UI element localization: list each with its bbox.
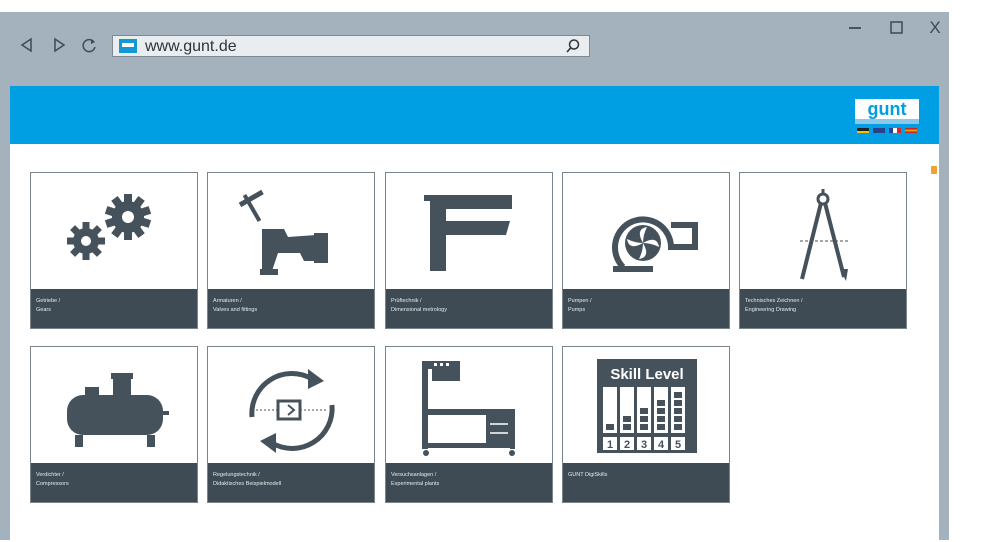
tile-valves[interactable]: Armaturen / Valves and fittings [207, 172, 375, 329]
tile-caption-line1: Regelungstechnik / [213, 472, 260, 478]
reload-icon[interactable] [80, 36, 98, 54]
skill-number: 4 [658, 439, 665, 451]
tile-caption: GUNT DigiSkills [563, 463, 729, 502]
address-bar[interactable]: www.gunt.de [112, 35, 590, 57]
tile-pumps[interactable]: Pumpen / Pumps [562, 172, 730, 329]
skill-level-icon: Skill Level 1 2 3 4 5 [563, 347, 729, 463]
skill-number: 3 [641, 439, 647, 451]
control-loop-icon [208, 347, 374, 463]
tile-caption-line1: Getriebe / [36, 298, 61, 304]
tile-caption-line2: Pumps [568, 307, 586, 313]
skill-number: 2 [624, 439, 630, 451]
tile-gears[interactable]: Getriebe / Gears [30, 172, 198, 329]
tile-caption-line1: Armaturen / [213, 298, 242, 304]
tile-caption-line1: Verdichter / [36, 472, 64, 478]
search-icon[interactable] [565, 38, 581, 54]
tile-caption-line1: Prüftechnik / [391, 298, 422, 304]
tile-caption-line1: Pumpen / [568, 298, 592, 304]
skill-level-title: Skill Level [610, 366, 683, 383]
tile-caption-line1: GUNT DigiSkills [568, 472, 608, 478]
maximize-icon[interactable] [887, 18, 905, 38]
tile-caption: Versuchsanlagen / Experimental plants [386, 463, 552, 502]
minimize-icon[interactable] [846, 18, 864, 38]
tile-caption: Getriebe / Gears [31, 289, 197, 328]
tile-caption-line2: Valves and fittings [213, 307, 258, 313]
tile-control[interactable]: Regelungstechnik / Didaktisches Beispiel… [207, 346, 375, 503]
tile-digiskills[interactable]: Skill Level 1 2 3 4 5 GUNT DigiSkills [562, 346, 730, 503]
url-text[interactable]: www.gunt.de [145, 38, 237, 56]
valve-icon [208, 173, 374, 289]
tile-caption-line2: Experimental plants [391, 481, 440, 487]
tile-caption: Regelungstechnik / Didaktisches Beispiel… [208, 463, 374, 502]
close-icon[interactable]: X [926, 18, 944, 38]
compass-icon [740, 173, 906, 289]
compressor-icon [31, 347, 197, 463]
tile-caption-line1: Technisches Zeichnen / [745, 298, 803, 304]
tile-caption: Technisches Zeichnen / Engineering Drawi… [740, 289, 906, 328]
tile-caption-line2: Dimensional metrology [391, 307, 447, 313]
tile-compressors[interactable]: Verdichter / Compressors [30, 346, 198, 503]
tile-drawing[interactable]: Technisches Zeichnen / Engineering Drawi… [739, 172, 907, 329]
svg-text:gunt: gunt [868, 99, 907, 119]
tile-plants[interactable]: Versuchsanlagen / Experimental plants [385, 346, 553, 503]
scroll-indicator[interactable] [931, 166, 937, 174]
tile-caption-line2: Compressors [36, 481, 69, 487]
pump-icon [563, 173, 729, 289]
tile-caption-line2: Didaktisches Beispielmodell [213, 481, 282, 487]
gunt-favicon [119, 39, 137, 53]
caliper-icon [386, 173, 552, 289]
tile-caption: Verdichter / Compressors [31, 463, 197, 502]
site-header: gunt [10, 86, 939, 144]
skill-number: 1 [607, 439, 613, 451]
forward-arrow-icon[interactable] [50, 36, 68, 54]
tile-caption-line2: Gears [36, 307, 51, 313]
gears-icon [31, 173, 197, 289]
tile-caption: Pumpen / Pumps [563, 289, 729, 328]
back-arrow-icon[interactable] [18, 36, 36, 54]
skill-number: 5 [675, 439, 681, 451]
browser-window: www.gunt.de X gunt Getriebe / Gears Arma… [0, 12, 949, 542]
tile-metrology[interactable]: Prüftechnik / Dimensional metrology [385, 172, 553, 329]
tile-caption-line2: Engineering Drawing [745, 307, 797, 313]
test-bench-icon [386, 347, 552, 463]
page-content: gunt Getriebe / Gears Armaturen / Valves… [10, 86, 939, 542]
gunt-logo[interactable]: gunt [853, 95, 921, 137]
tile-caption-line1: Versuchsanlagen / [391, 472, 437, 478]
tile-caption: Armaturen / Valves and fittings [208, 289, 374, 328]
tile-caption: Prüftechnik / Dimensional metrology [386, 289, 552, 328]
